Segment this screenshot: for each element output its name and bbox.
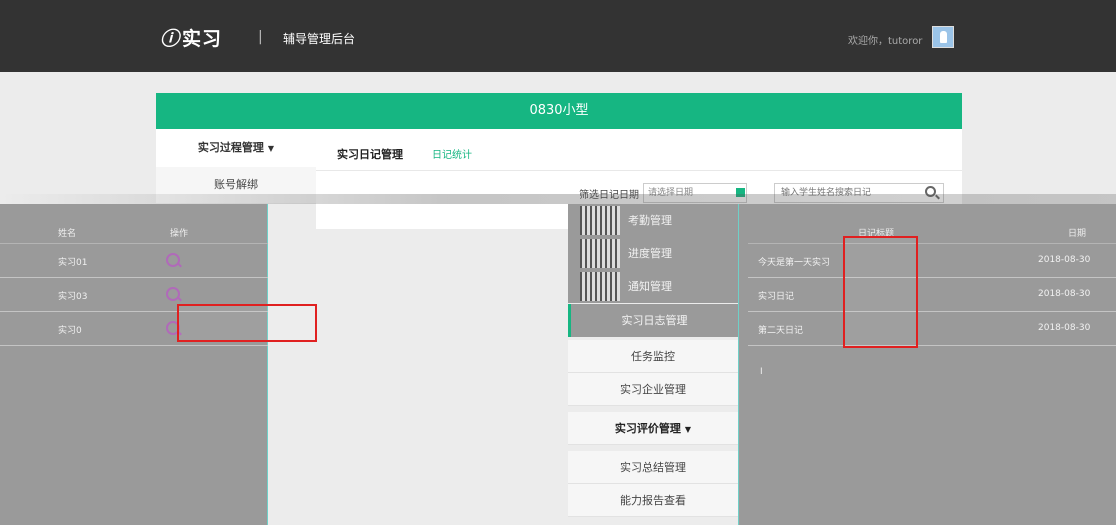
table-header: 姓名 操作 (0, 220, 268, 244)
caret-down-icon: ▼ (267, 144, 275, 153)
header-name: 姓名 (58, 229, 77, 239)
journal-date: 2018-08-30 (1038, 289, 1091, 299)
journal-date: 2018-08-30 (1038, 323, 1091, 333)
journal-title: 实习日记 (758, 292, 795, 302)
header-action: 操作 (170, 229, 189, 239)
admin-title: 辅导管理后台 (283, 32, 356, 46)
glitch-bars (580, 206, 620, 235)
top-header: ⓘ 实习 | 辅导管理后台 欢迎你，tutoror (0, 0, 1116, 72)
sidebar-item-label: 通知管理 (628, 280, 672, 293)
sidebar-menu-overlay: 考勤管理 进度管理 通知管理 实习日志管理 任务监控 实习企业管理 实习评价管理… (568, 204, 738, 525)
highlight-box (843, 236, 918, 348)
view-icon[interactable] (166, 287, 180, 301)
sidebar-item-label: 进度管理 (628, 247, 672, 260)
logo: ⓘ 实习 (160, 24, 222, 51)
highlight-box (177, 304, 317, 342)
sidebar-item-attendance[interactable]: 考勤管理 (568, 204, 738, 237)
title-separator: | (258, 29, 263, 45)
student-name: 实习03 (58, 292, 88, 302)
tab-divider (316, 170, 962, 171)
table-header: 日记标题 日期 (748, 220, 1116, 244)
text-cursor: I (760, 367, 763, 377)
student-table-overlay: 姓名 操作 实习01 实习03 实习0 (0, 204, 268, 525)
course-title-bar: 0830小型 (156, 93, 962, 129)
table-row: 实习01 (0, 244, 268, 278)
glitch-bars (580, 239, 620, 268)
welcome-text: 欢迎你，tutoror (848, 36, 923, 47)
journal-title: 第二天日记 (758, 326, 804, 336)
table-row[interactable]: 今天是第一天实习 2018-08-30 (748, 244, 1116, 278)
render-artifact (0, 194, 1116, 204)
logo-text: 实习 (182, 28, 223, 50)
sidebar-section-internship-process[interactable]: 实习过程管理 ▼ (156, 129, 316, 167)
student-name: 实习0 (58, 326, 82, 336)
divider (738, 204, 739, 525)
sidebar-item-task-monitor[interactable]: 任务监控 (568, 340, 738, 373)
tab-journal-manage[interactable]: 实习日记管理 (337, 146, 403, 162)
header-date: 日期 (1068, 229, 1087, 239)
table-row[interactable]: 第二天日记 2018-08-30 (748, 312, 1116, 346)
avatar[interactable] (932, 26, 954, 48)
sidebar-section-label: 实习过程管理 (197, 141, 264, 154)
student-name: 实习01 (58, 258, 88, 268)
journal-date: 2018-08-30 (1038, 255, 1091, 265)
table-row[interactable]: 实习日记 2018-08-30 (748, 278, 1116, 312)
sidebar-item-progress[interactable]: 进度管理 (568, 237, 738, 270)
tab-journal-stats[interactable]: 日记统计 (432, 146, 472, 161)
sidebar-item-label: 实习评价管理 (614, 422, 681, 435)
caret-down-icon: ▼ (684, 425, 692, 434)
sidebar-item-notice[interactable]: 通知管理 (568, 270, 738, 303)
logo-mark-icon: ⓘ (160, 28, 181, 50)
journal-title: 今天是第一天实习 (758, 258, 831, 268)
sidebar-item-label: 考勤管理 (628, 214, 672, 227)
journal-table-overlay: 日记标题 日期 今天是第一天实习 2018-08-30 实习日记 2018-08… (738, 204, 1116, 525)
view-icon[interactable] (166, 253, 180, 267)
glitch-bars (580, 272, 620, 301)
sidebar-item-ability-report[interactable]: 能力报告查看 (568, 484, 738, 517)
sidebar-item-evaluation[interactable]: 实习评价管理 ▼ (568, 412, 738, 445)
sidebar-item-summary[interactable]: 实习总结管理 (568, 451, 738, 484)
sidebar-item-journal[interactable]: 实习日志管理 (568, 304, 738, 337)
sidebar-item-enterprise[interactable]: 实习企业管理 (568, 373, 738, 406)
